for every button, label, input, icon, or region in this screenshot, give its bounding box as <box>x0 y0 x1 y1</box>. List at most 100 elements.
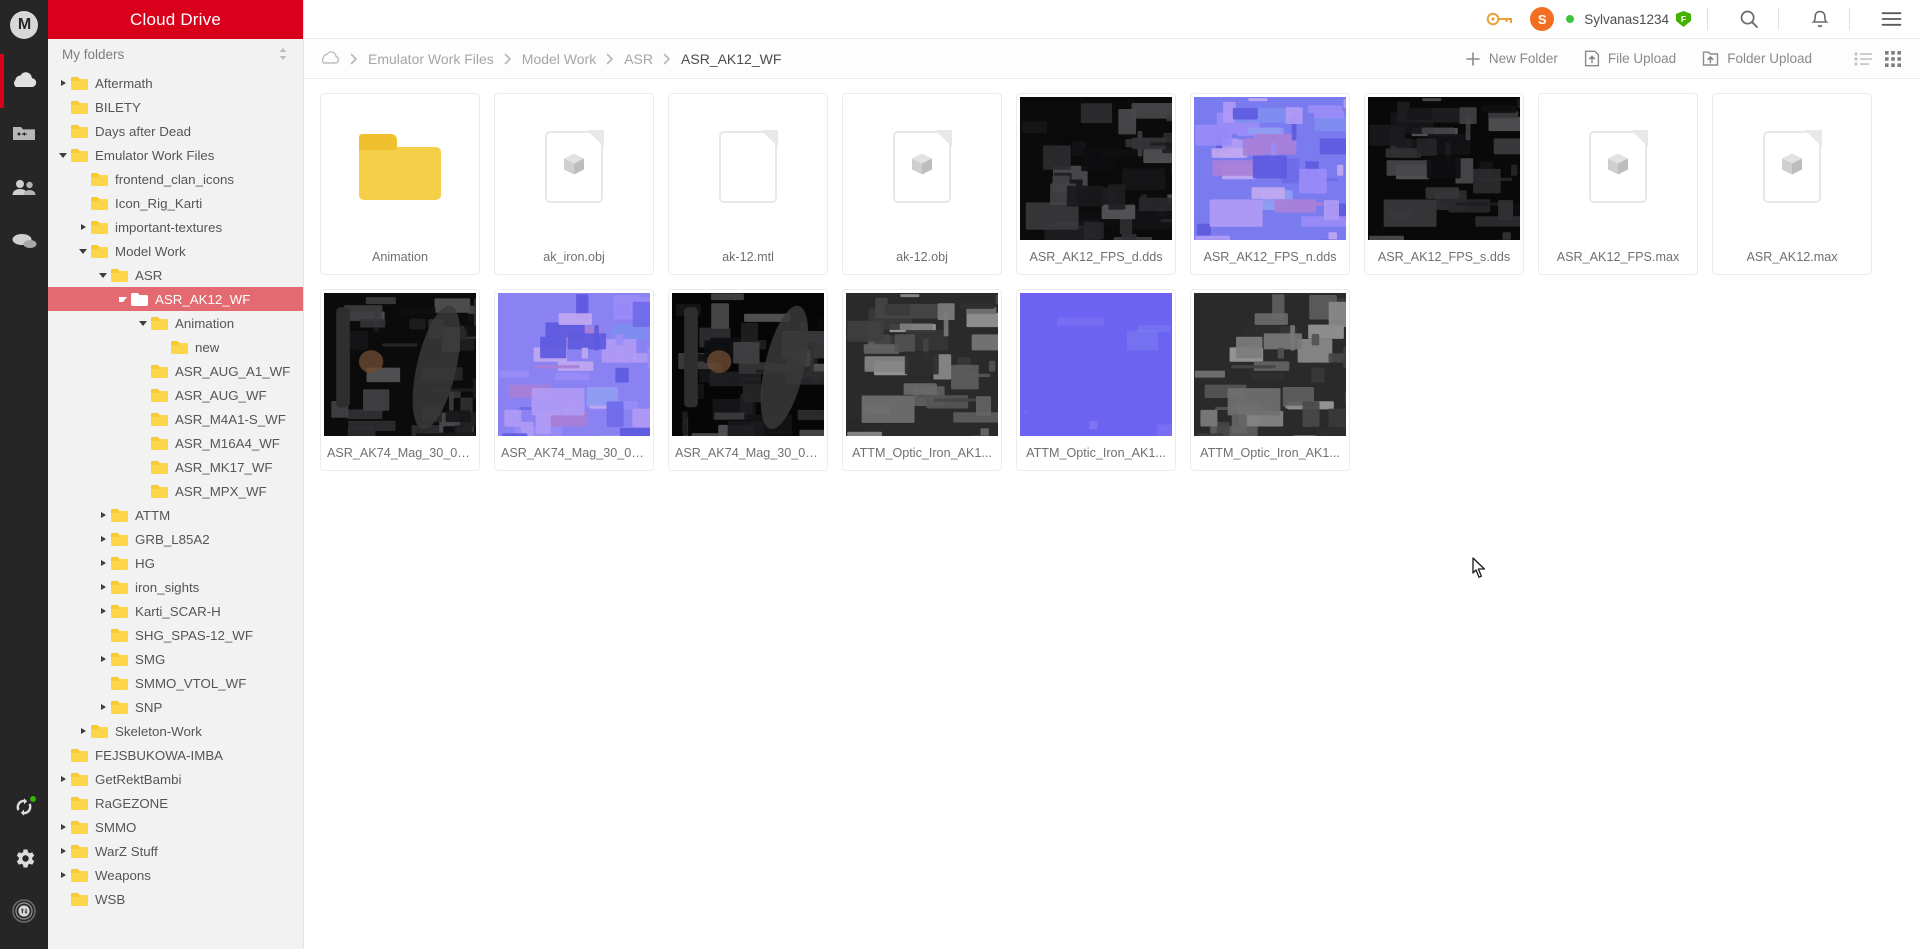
chevron-right-icon[interactable] <box>96 508 110 522</box>
file-name-text: ASR_AK74_Mag_30_01... <box>501 446 647 460</box>
rail-item-settings[interactable] <box>0 835 48 887</box>
breadcrumb-cloud-icon[interactable] <box>320 50 340 67</box>
chevron-right-icon[interactable] <box>96 532 110 546</box>
tree-item-frontend-clan-icons[interactable]: frontend_clan_icons <box>48 167 303 191</box>
chevron-right-icon[interactable] <box>56 76 70 90</box>
tree-item-smmo[interactable]: SMMO <box>48 815 303 839</box>
folder-icon <box>111 700 128 714</box>
tree-item-smg[interactable]: SMG <box>48 647 303 671</box>
chevron-right-icon[interactable] <box>56 868 70 882</box>
tree-item-icon-rig-karti[interactable]: Icon_Rig_Karti <box>48 191 303 215</box>
file-card[interactable]: ASR_AK12_FPS_d.dds <box>1016 93 1176 275</box>
chevron-down-icon[interactable] <box>76 244 90 258</box>
file-card[interactable]: ATTM_Optic_Iron_AK1... <box>1016 289 1176 471</box>
chevron-right-icon[interactable] <box>96 580 110 594</box>
chevron-right-icon[interactable] <box>76 220 90 234</box>
rail-item-contacts[interactable] <box>0 162 48 216</box>
tree-item-snp[interactable]: SNP <box>48 695 303 719</box>
tree-item-important-textures[interactable]: important-textures <box>48 215 303 239</box>
key-icon[interactable] <box>1486 11 1514 27</box>
rail-item-sync[interactable] <box>0 783 48 835</box>
file-card[interactable]: ASR_AK12.max <box>1712 93 1872 275</box>
tree-item-ragezone[interactable]: RaGEZONE <box>48 791 303 815</box>
tree-item-warz-stuff[interactable]: WarZ Stuff <box>48 839 303 863</box>
tree-item-attm[interactable]: ATTM <box>48 503 303 527</box>
tree-item-iron-sights[interactable]: iron_sights <box>48 575 303 599</box>
tree-item-wsb[interactable]: WSB <box>48 887 303 911</box>
breadcrumb-item[interactable]: ASR <box>624 51 653 67</box>
search-icon[interactable] <box>1734 4 1764 34</box>
chevron-right-icon[interactable] <box>76 724 90 738</box>
tree-item-model-work[interactable]: Model Work <box>48 239 303 263</box>
new-folder-button[interactable]: New Folder <box>1465 51 1558 67</box>
tree-item-fejsbukowa-imba[interactable]: FEJSBUKOWA-IMBA <box>48 743 303 767</box>
file-card[interactable]: ATTM_Optic_Iron_AK1... <box>842 289 1002 471</box>
file-card[interactable]: ASR_AK74_Mag_30_01... <box>668 289 828 471</box>
chevron-right-icon[interactable] <box>96 652 110 666</box>
breadcrumb-item[interactable]: ASR_AK12_WF <box>681 51 781 67</box>
tree-item-weapons[interactable]: Weapons <box>48 863 303 887</box>
chevron-right-icon[interactable] <box>96 556 110 570</box>
file-card[interactable]: ASR_AK12_FPS_s.dds <box>1364 93 1524 275</box>
chevron-right-icon[interactable] <box>56 820 70 834</box>
breadcrumb-item[interactable]: Model Work <box>522 51 596 67</box>
tree-item-asr-mpx-wf[interactable]: ASR_MPX_WF <box>48 479 303 503</box>
tree-item-grb-l85a2[interactable]: GRB_L85A2 <box>48 527 303 551</box>
folder-upload-button[interactable]: Folder Upload <box>1702 50 1812 67</box>
file-card[interactable]: ASR_AK74_Mag_30_01... <box>494 289 654 471</box>
chevron-down-icon[interactable] <box>96 268 110 282</box>
file-card[interactable]: ATTM_Optic_Iron_AK1... <box>1190 289 1350 471</box>
tree-item-bilety[interactable]: BILETY <box>48 95 303 119</box>
tree-item-asr-m4a1-s-wf[interactable]: ASR_M4A1-S_WF <box>48 407 303 431</box>
tree-item-hg[interactable]: HG <box>48 551 303 575</box>
tree-item-emulator-work-files[interactable]: Emulator Work Files <box>48 143 303 167</box>
file-card[interactable]: ASR_AK74_Mag_30_01... <box>320 289 480 471</box>
tree-item-asr-m16a4-wf[interactable]: ASR_M16A4_WF <box>48 431 303 455</box>
breadcrumb-item[interactable]: Emulator Work Files <box>368 51 494 67</box>
rail-item-incoming-shares[interactable] <box>0 108 48 162</box>
tree-item-getrektbambi[interactable]: GetRektBambi <box>48 767 303 791</box>
avatar[interactable]: S <box>1530 7 1555 31</box>
tree-item-asr-aug-a1-wf[interactable]: ASR_AUG_A1_WF <box>48 359 303 383</box>
file-browser-area[interactable]: Animation ak_iron.obj ak-12.mtl ak-12.obj AS… <box>304 79 1920 949</box>
tree-item-aftermath[interactable]: Aftermath <box>48 71 303 95</box>
tree-item-asr[interactable]: ASR <box>48 263 303 287</box>
tree-item-karti-scar-h[interactable]: Karti_SCAR-H <box>48 599 303 623</box>
rail-item-cloud-drive[interactable] <box>0 54 48 108</box>
folder-icon <box>91 172 108 186</box>
folder-tree[interactable]: Aftermath BILETY Days after Dead Emulator W… <box>48 69 303 949</box>
file-card[interactable]: Animation <box>320 93 480 275</box>
tree-item-shg-spas-12-wf[interactable]: SHG_SPAS-12_WF <box>48 623 303 647</box>
chevron-down-icon[interactable] <box>116 292 130 306</box>
file-card[interactable]: ASR_AK12_FPS_n.dds <box>1190 93 1350 275</box>
mega-logo[interactable]: M <box>9 10 39 40</box>
grid-view-icon[interactable] <box>1880 46 1906 72</box>
tree-item-animation[interactable]: Animation <box>48 311 303 335</box>
chevron-right-icon[interactable] <box>96 604 110 618</box>
bell-icon[interactable] <box>1805 4 1835 34</box>
username-label[interactable]: Sylvanas1234 <box>1584 12 1669 27</box>
chevron-right-icon[interactable] <box>56 844 70 858</box>
file-card[interactable]: ak-12.mtl <box>668 93 828 275</box>
chevron-down-icon[interactable] <box>56 148 70 162</box>
file-upload-button[interactable]: File Upload <box>1584 50 1676 67</box>
file-card[interactable]: ak_iron.obj <box>494 93 654 275</box>
tree-item-days-after-dead[interactable]: Days after Dead <box>48 119 303 143</box>
hamburger-menu-icon[interactable] <box>1876 4 1906 34</box>
file-card[interactable]: ak-12.obj <box>842 93 1002 275</box>
chevron-down-icon[interactable] <box>136 316 150 330</box>
chevron-right-icon[interactable] <box>96 700 110 714</box>
rail-item-chat[interactable] <box>0 216 48 270</box>
file-card[interactable]: ASR_AK12_FPS.max <box>1538 93 1698 275</box>
tree-item-new[interactable]: new <box>48 335 303 359</box>
tree-item-asr-mk17-wf[interactable]: ASR_MK17_WF <box>48 455 303 479</box>
tree-item-smmo-vtol-wf[interactable]: SMMO_VTOL_WF <box>48 671 303 695</box>
tree-item-asr-aug-wf[interactable]: ASR_AUG_WF <box>48 383 303 407</box>
chevron-right-icon[interactable] <box>56 772 70 786</box>
list-view-icon[interactable] <box>1850 46 1876 72</box>
tree-item-asr-ak12-wf[interactable]: ASR_AK12_WF <box>48 287 303 311</box>
rail-item-transfers[interactable] <box>0 887 48 939</box>
sort-icon[interactable] <box>277 46 289 62</box>
tree-item-skeleton-work[interactable]: Skeleton-Work <box>48 719 303 743</box>
caret-spacer <box>136 436 150 450</box>
